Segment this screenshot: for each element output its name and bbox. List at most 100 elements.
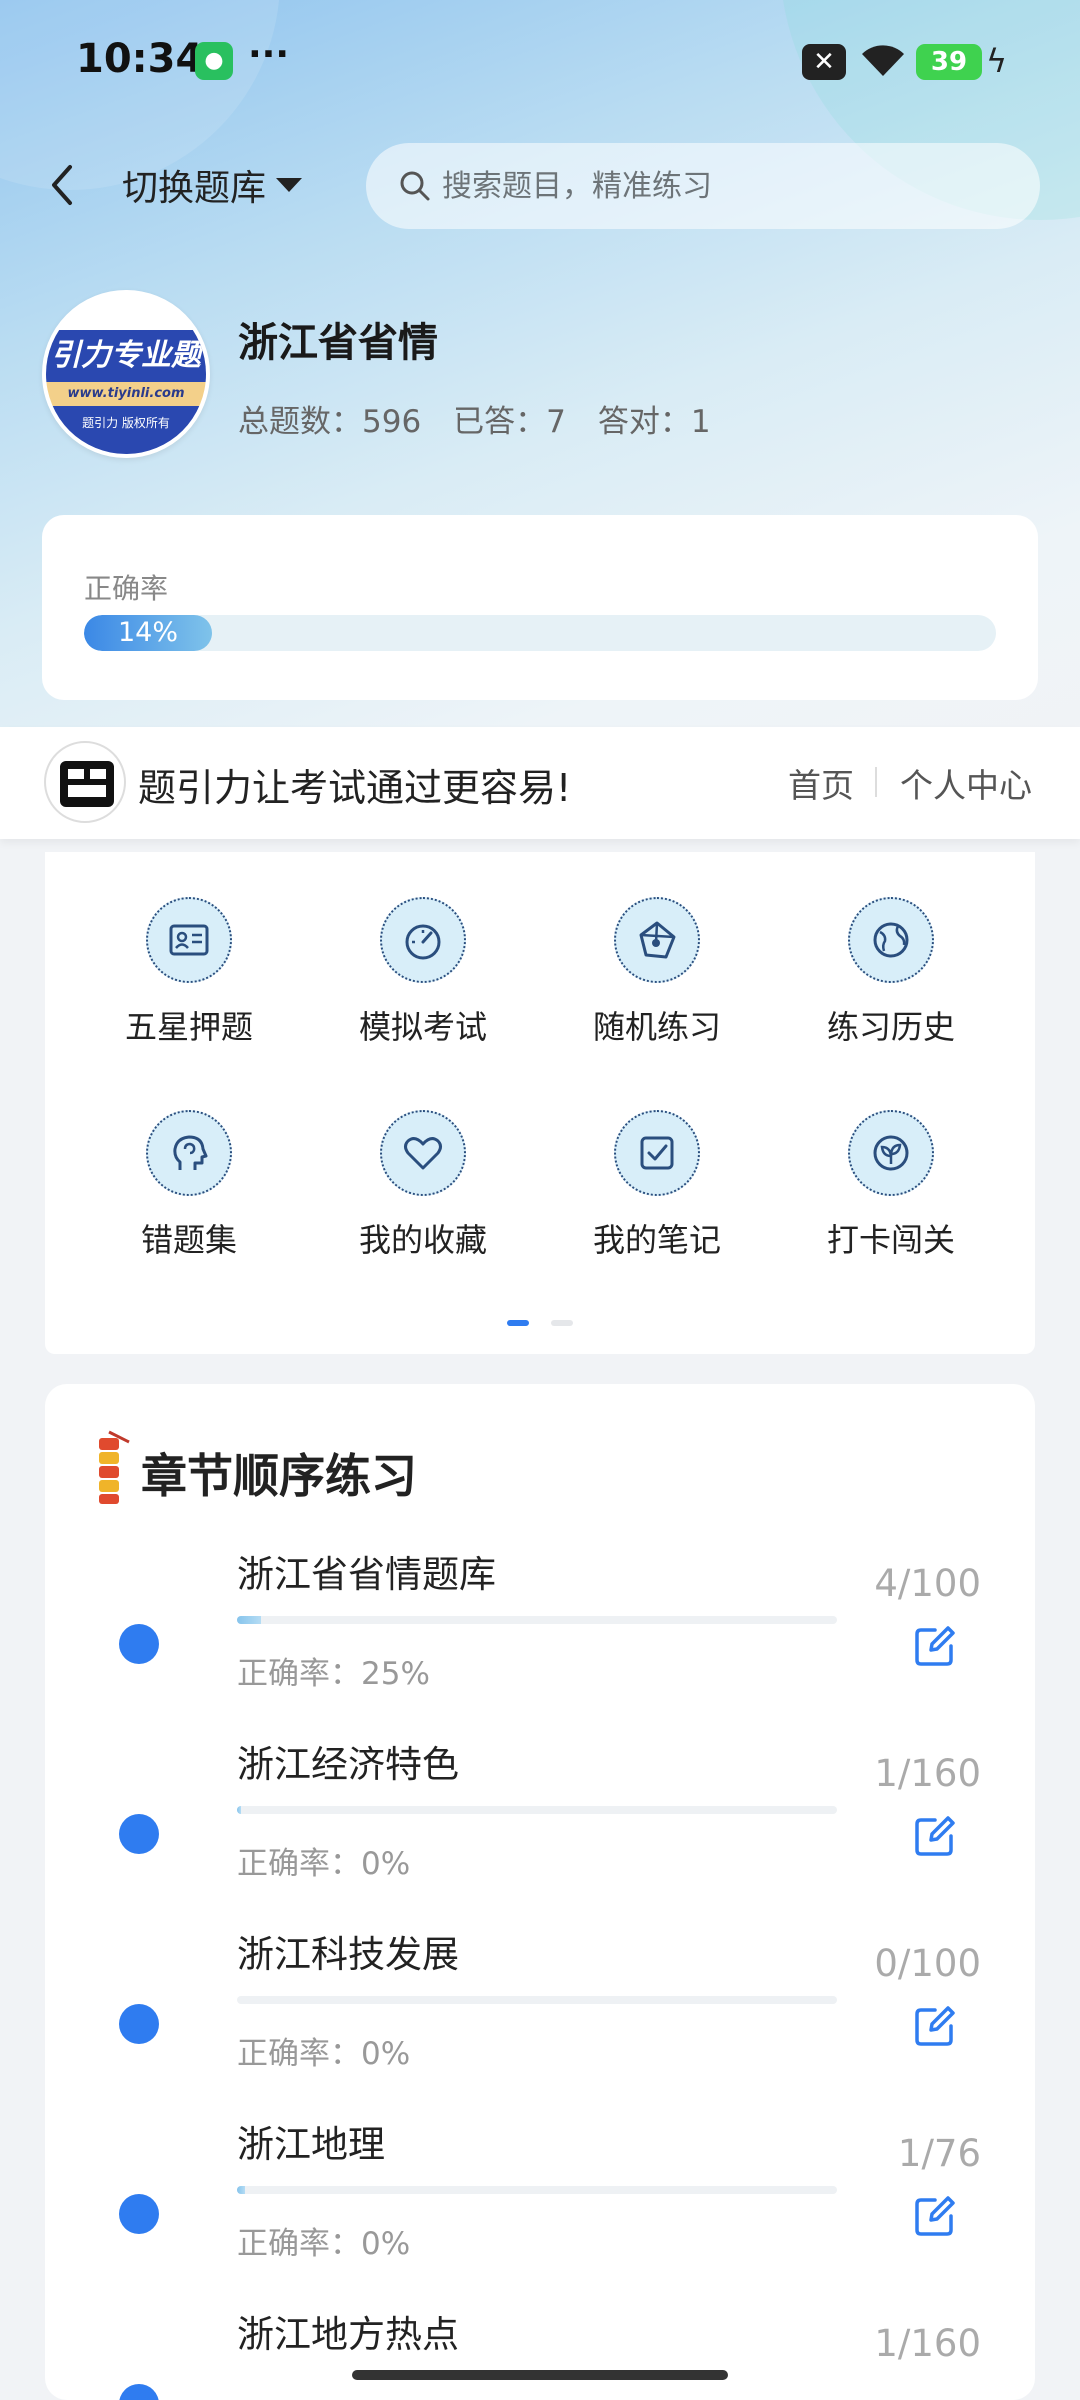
home-indicator[interactable]	[352, 2370, 728, 2380]
edit-icon[interactable]	[913, 1814, 957, 1858]
grid-item-label: 随机练习	[592, 1008, 721, 1046]
grid-item-label: 我的笔记	[592, 1221, 721, 1259]
answered-count: 已答：7	[453, 404, 566, 440]
search-icon	[400, 171, 430, 201]
chapter-count: 0/100	[874, 1942, 981, 1985]
head-icon	[146, 1110, 232, 1196]
bank-logo: 引力专业题 www.tiyinli.com 题引力 版权所有	[42, 290, 210, 458]
firecracker-icon	[99, 1430, 130, 1504]
edit-icon[interactable]	[913, 2004, 957, 2048]
edit-icon[interactable]	[913, 2194, 957, 2238]
battery-icon: 39	[916, 44, 982, 80]
grid-item-mock-exam[interactable]: 模拟考试	[323, 852, 523, 1046]
grid-item-label: 错题集	[140, 1221, 237, 1259]
pager-dot-active[interactable]	[507, 1320, 529, 1326]
total-count: 总题数：596	[238, 404, 422, 440]
chapter-dot	[119, 2194, 159, 2234]
search-input[interactable]	[442, 168, 1002, 204]
grid-item-label: 打卡闯关	[826, 1221, 955, 1259]
chapter-progress-fill	[237, 1806, 241, 1814]
note-check-icon	[614, 1110, 700, 1196]
chapter-count: 4/100	[874, 1562, 981, 1605]
divider	[875, 767, 877, 797]
chapter-dot	[119, 1814, 159, 1854]
chapter-progress-fill	[237, 1616, 261, 1624]
accuracy-label: 正确率	[84, 572, 169, 605]
chapter-name: 浙江科技发展	[237, 1933, 459, 1976]
chapter-progress-bar	[237, 2186, 837, 2194]
grid-item-favorites[interactable]: 我的收藏	[323, 1065, 523, 1259]
bank-stats: 总题数：596 已答：7 答对：1	[238, 396, 743, 441]
caret-down-icon	[276, 178, 303, 192]
chapter-name: 浙江经济特色	[237, 1743, 459, 1786]
status-bar: 10:34 ● ··· ✕ 39 ϟ	[0, 0, 1080, 120]
network-icon	[614, 897, 700, 983]
chapter-count: 1/160	[874, 2322, 981, 2365]
accuracy-progress-fill: 14%	[84, 615, 212, 651]
chapter-accuracy: 正确率：0%	[237, 2036, 411, 2072]
search-bar[interactable]	[366, 143, 1040, 229]
banner-slogan: 题引力让考试通过更容易!	[138, 766, 572, 810]
chapter-name: 浙江地理	[237, 2123, 385, 2166]
accuracy-progress-bar: 14%	[84, 615, 996, 651]
grid-item-history[interactable]: 练习历史	[791, 852, 991, 1046]
grid-item-label: 五星押题	[124, 1008, 253, 1046]
section-title: 章节顺序练习	[141, 1449, 417, 1503]
chapter-row[interactable]: 浙江经济特色 正确率：0% 1/160	[45, 1734, 1035, 1924]
grid-item-check-in[interactable]: 打卡闯关	[791, 1065, 991, 1259]
chapter-row[interactable]: 浙江地理 正确率：0% 1/76	[45, 2114, 1035, 2304]
grid-item-five-star[interactable]: 五星押题	[89, 852, 289, 1046]
wechat-icon: ●	[195, 42, 233, 80]
sprout-icon	[848, 1110, 934, 1196]
chapter-practice-card: 章节顺序练习 浙江省省情题库 正确率：25% 4/100 浙江经济特色 正确率：…	[45, 1384, 1035, 2400]
back-button[interactable]	[42, 155, 82, 215]
chapter-progress-fill	[237, 2186, 245, 2194]
more-notifications-icon: ···	[248, 34, 290, 75]
grid-item-wrong-set[interactable]: 错题集	[89, 1065, 289, 1259]
edit-icon[interactable]	[913, 1624, 957, 1668]
logo-footer: 题引力 版权所有	[46, 406, 206, 454]
chapter-progress-bar	[237, 1616, 837, 1624]
chapter-progress-bar	[237, 1996, 837, 2004]
chapter-dot	[119, 2004, 159, 2044]
chapter-progress-bar	[237, 1806, 837, 1814]
logo-url: www.tiyinli.com	[46, 382, 206, 406]
chapter-row[interactable]: 浙江省省情题库 正确率：25% 4/100	[45, 1544, 1035, 1734]
chapter-count: 1/76	[897, 2132, 981, 2175]
globe-icon	[848, 897, 934, 983]
grid-item-notes[interactable]: 我的笔记	[557, 1065, 757, 1259]
grid-item-random-practice[interactable]: 随机练习	[557, 852, 757, 1046]
switch-bank-label: 切换题库	[122, 168, 267, 209]
status-time: 10:34	[76, 36, 204, 82]
grid-item-label: 模拟考试	[358, 1008, 487, 1046]
correct-count: 答对：1	[597, 404, 711, 440]
chapter-row[interactable]: 浙江科技发展 正确率：0% 0/100	[45, 1924, 1035, 2114]
gauge-icon	[380, 897, 466, 983]
grid-item-label: 练习历史	[826, 1008, 955, 1046]
bank-title: 浙江省省情	[238, 320, 438, 366]
brand-banner: 题引力让考试通过更容易! 首页 个人中心	[0, 727, 1080, 839]
switch-bank-button[interactable]: 切换题库	[122, 155, 303, 215]
heart-icon	[380, 1110, 466, 1196]
pager-dot[interactable]	[551, 1320, 573, 1326]
id-card-icon	[146, 897, 232, 983]
profile-link[interactable]: 个人中心	[900, 759, 1032, 807]
sim-off-icon: ✕	[802, 44, 846, 80]
grid-item-label: 我的收藏	[358, 1221, 487, 1259]
chapter-accuracy: 正确率：0%	[237, 2226, 411, 2262]
chapter-name: 浙江省省情题库	[237, 1553, 496, 1596]
brand-logo-mark	[60, 761, 114, 807]
home-link[interactable]: 首页	[788, 759, 854, 807]
function-grid: 五星押题 模拟考试 随机练习 练习历史 错题集 我的收藏 我的笔记 打卡闯关	[45, 852, 1035, 1354]
accuracy-card: 正确率 14%	[42, 515, 1038, 700]
chapter-row[interactable]: 浙江地方热点 1/160	[45, 2304, 1035, 2400]
chapter-dot	[119, 2384, 159, 2400]
logo-text: 引力专业题	[46, 330, 206, 382]
brand-logo	[44, 741, 126, 823]
chapter-name: 浙江地方热点	[237, 2313, 459, 2356]
chapter-accuracy: 正确率：25%	[237, 1656, 430, 1692]
wifi-icon	[862, 45, 904, 76]
charging-icon: ϟ	[986, 42, 1008, 80]
chapter-accuracy: 正确率：0%	[237, 1846, 411, 1882]
chapter-dot	[119, 1624, 159, 1664]
